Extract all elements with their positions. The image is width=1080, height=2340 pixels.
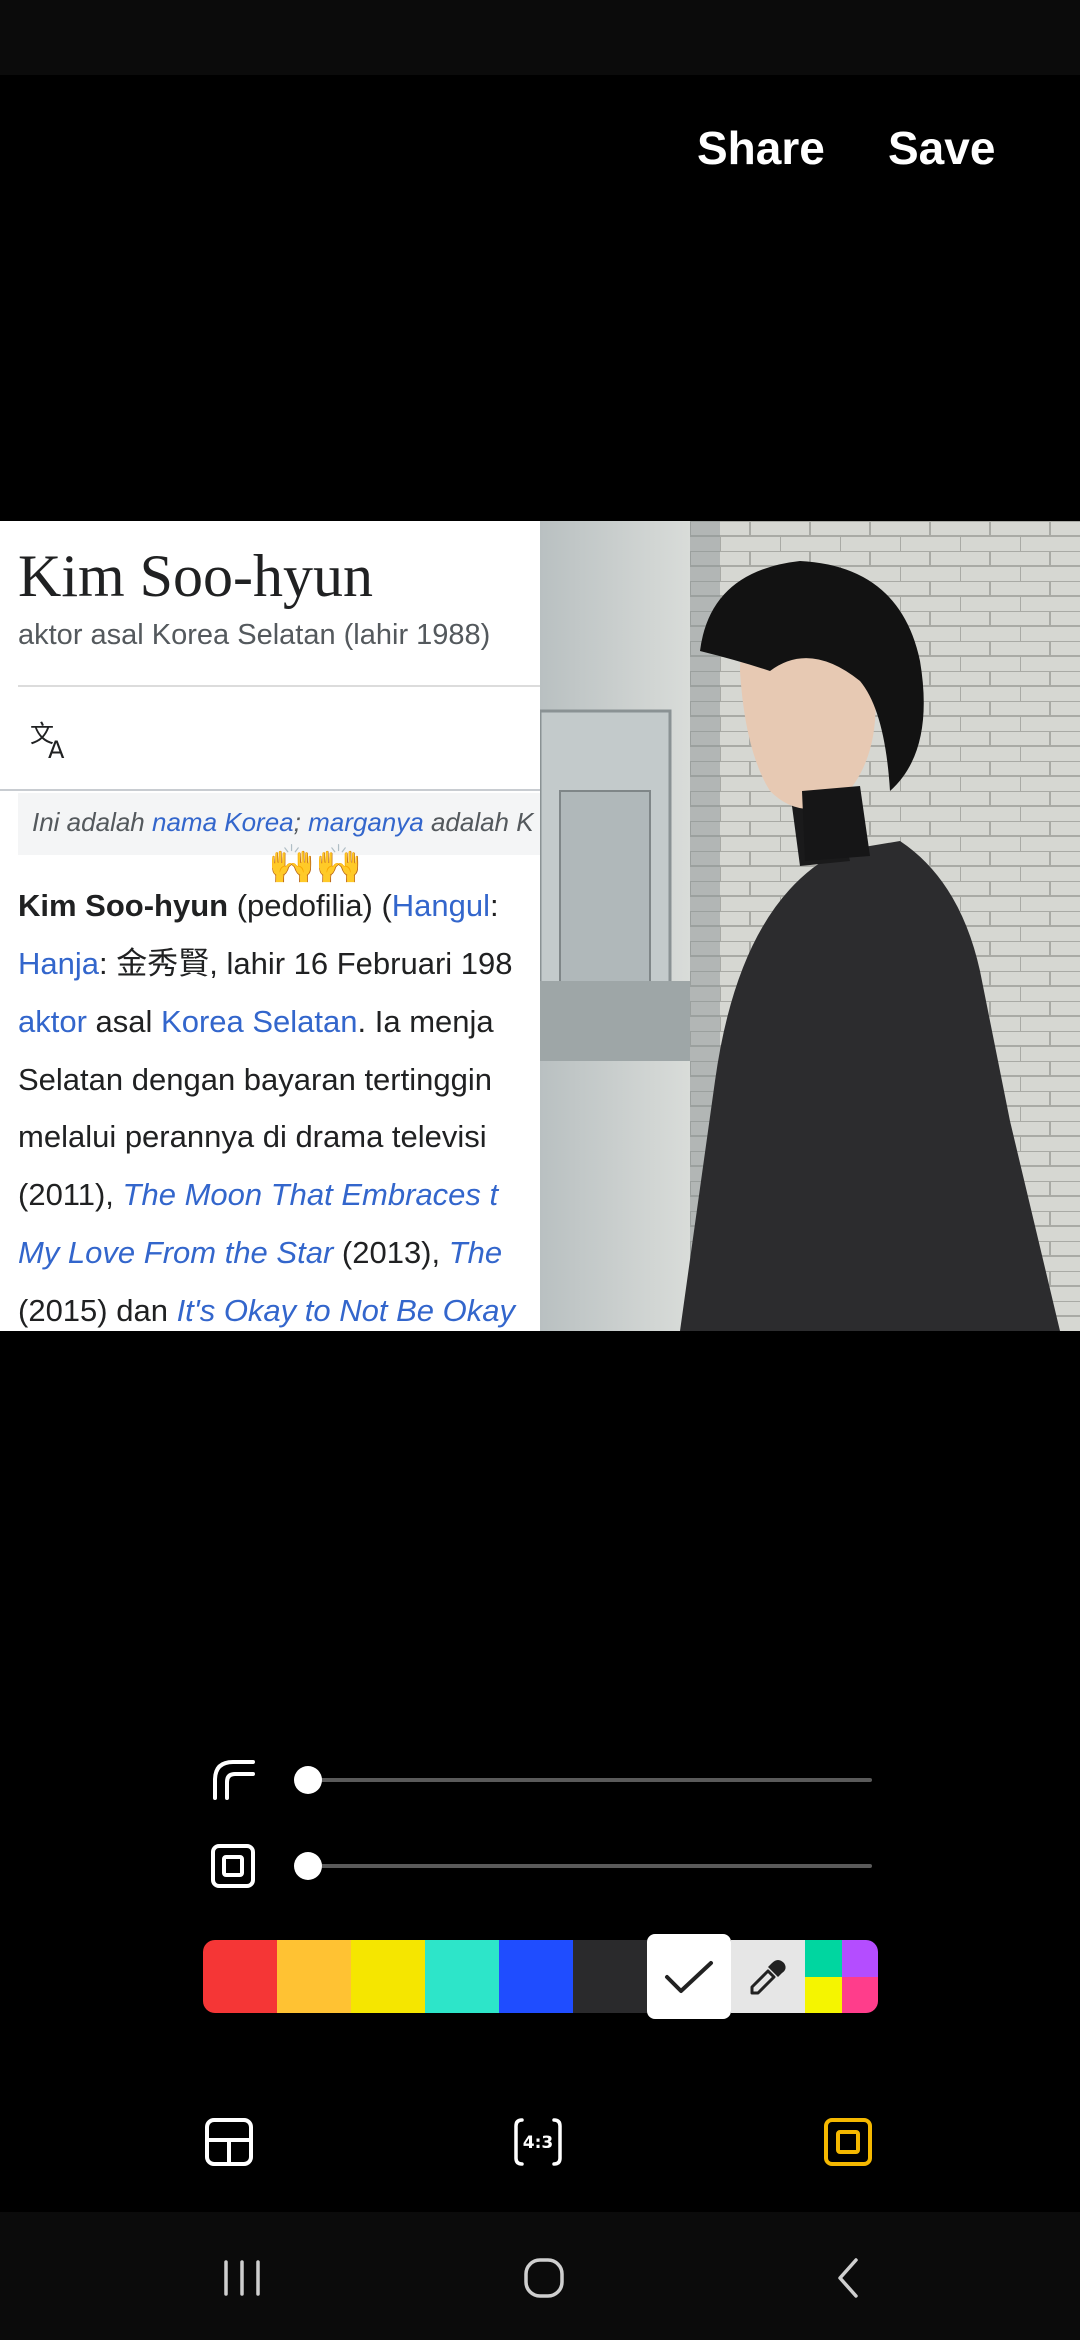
border-tool-icon-selected[interactable] <box>822 2116 874 2168</box>
article-subtitle: aktor asal Korea Selatan (lahir 1988) <box>18 619 491 651</box>
color-swatch-0[interactable] <box>203 1940 277 2013</box>
photo-panel[interactable] <box>540 521 1080 1331</box>
raised-hands-emoji: 🙌🙌 <box>268 844 363 886</box>
recents-icon[interactable] <box>218 2254 266 2302</box>
hatnote-text: Ini adalah nama Korea; marganya adalah K <box>32 807 534 837</box>
status-bar <box>0 0 1080 75</box>
border-width-slider-thumb[interactable] <box>294 1852 322 1880</box>
body-line: Hanja: 金秀賢, lahir 16 Februari 198 <box>18 946 513 981</box>
border-width-icon <box>211 1844 255 1888</box>
body-line: Kim Soo-hyun (pedofilia) (Hangul: <box>18 888 499 923</box>
custom-color-button[interactable] <box>805 1940 878 2013</box>
layout-tool-icon[interactable] <box>203 2116 255 2168</box>
home-icon[interactable] <box>520 2254 568 2302</box>
body-line: (2011), The Moon That Embraces t <box>18 1177 499 1212</box>
back-icon[interactable] <box>826 2254 874 2302</box>
color-swatch-4[interactable] <box>499 1940 573 2013</box>
body-line: My Love From the Star (2013), The <box>18 1235 503 1270</box>
screenshot-panel[interactable]: Kim Soo-hyun aktor asal Korea Selatan (l… <box>0 521 540 1331</box>
color-swatch-1[interactable] <box>277 1940 351 2013</box>
body-line: melalui perannya di drama televisi <box>18 1119 487 1154</box>
color-swatch-white-selected[interactable] <box>647 1934 731 2019</box>
corner-radius-slider[interactable] <box>307 1778 872 1782</box>
border-width-slider[interactable] <box>307 1864 872 1868</box>
eyedropper-button[interactable] <box>731 1940 805 2013</box>
color-swatch-3[interactable] <box>425 1940 499 2013</box>
eyedropper-icon <box>750 1959 786 1994</box>
link-marganya: marganya <box>308 807 424 837</box>
corner-radius-slider-thumb[interactable] <box>294 1766 322 1794</box>
divider <box>0 789 540 791</box>
checkmark-icon <box>665 1960 713 1993</box>
save-button[interactable]: Save <box>888 118 995 178</box>
body-line: Selatan dengan bayaran tertinggin <box>18 1062 492 1097</box>
aspect-ratio-label: 4:3 <box>523 2133 553 2153</box>
article-title: Kim Soo-hyun <box>18 543 374 609</box>
color-swatch-2[interactable] <box>351 1940 425 2013</box>
body-line: aktor asal Korea Selatan. Ia menja <box>18 1004 494 1039</box>
svg-text:A: A <box>48 736 65 764</box>
translate-icon: 文 A <box>30 720 65 764</box>
share-button[interactable]: Share <box>697 118 825 178</box>
divider <box>18 685 540 687</box>
color-swatch-5[interactable] <box>573 1940 647 2013</box>
corner-radius-icon <box>213 1760 255 1800</box>
collage-canvas[interactable]: Kim Soo-hyun aktor asal Korea Selatan (l… <box>0 521 1080 1331</box>
aspect-ratio-tool[interactable]: 4:3 <box>512 2116 564 2168</box>
link-nama-korea: nama Korea <box>151 807 294 837</box>
body-line: (2015) dan It's Okay to Not Be Okay <box>18 1293 515 1328</box>
